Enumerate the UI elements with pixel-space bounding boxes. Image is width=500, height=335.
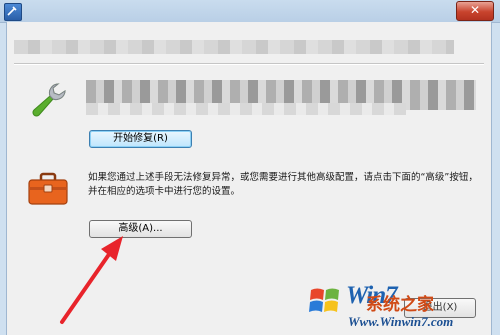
start-repair-button[interactable]: 开始修复(R)	[89, 130, 192, 148]
close-button[interactable]: ✕	[456, 1, 494, 21]
watermark-url: Www.Winwin7.com	[348, 314, 454, 329]
separator	[14, 63, 484, 65]
title-bar[interactable]: ✕	[0, 0, 500, 23]
wrench-icon	[32, 83, 66, 117]
advanced-description: 如果您通过上述手段无法修复异常，或您需要进行其他高级配置，请点击下面的“高级”按…	[88, 172, 478, 197]
site-watermark: Win7 系统之家 Www.Winwin7.com	[300, 282, 500, 335]
advanced-button[interactable]: 高级(A)...	[89, 220, 192, 238]
watermark-site-name: 系统之家	[366, 295, 434, 315]
toolbox-icon	[28, 172, 68, 205]
app-icon	[4, 3, 22, 21]
blurred-header	[14, 40, 454, 54]
blurred-description-line2	[86, 103, 406, 115]
windows-flag-icon	[309, 288, 339, 312]
